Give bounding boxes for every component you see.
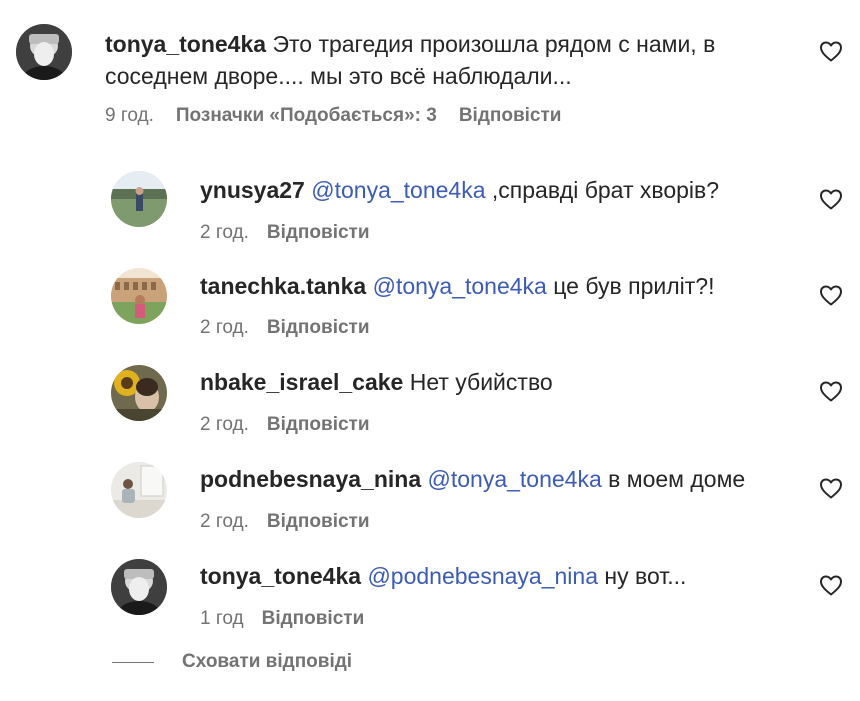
- avatar[interactable]: [111, 462, 167, 518]
- heart-icon[interactable]: [819, 477, 843, 499]
- reply-button[interactable]: Відповісти: [267, 413, 370, 437]
- reply-time[interactable]: 2 год.: [200, 413, 249, 437]
- reply-username[interactable]: podnebesnaya_nina: [200, 466, 421, 492]
- reply-username[interactable]: nbake_israel_cake: [200, 369, 403, 395]
- reply-time[interactable]: 1 год: [200, 607, 244, 631]
- reply-text: nbake_israel_cake Нет убийство: [200, 366, 790, 398]
- heart-icon[interactable]: [819, 188, 843, 210]
- reply-text: tonya_tone4ka @podnebesnaya_nina ну вот.…: [200, 560, 790, 592]
- reply-body: це був приліт?!: [546, 273, 715, 299]
- reply-meta: 2 год. Відповісти: [200, 316, 370, 340]
- avatar-photo-room-icon: [111, 462, 167, 518]
- divider-line: [112, 661, 154, 663]
- reply-meta: 2 год. Відповісти: [200, 510, 370, 534]
- reply-button[interactable]: Відповісти: [267, 510, 370, 534]
- avatar-photo-outdoor-icon: [111, 171, 167, 227]
- reply-button[interactable]: Відповісти: [459, 104, 562, 128]
- reply-mention[interactable]: @tonya_tone4ka: [311, 177, 485, 203]
- avatar[interactable]: [111, 171, 167, 227]
- comment-username[interactable]: tonya_tone4ka: [105, 31, 266, 57]
- reply-text: tanechka.tanka @tonya_tone4ka це був при…: [200, 270, 790, 302]
- reply-mention[interactable]: @tonya_tone4ka: [428, 466, 602, 492]
- comment-meta: 9 год. Позначки «Подобається»: 3 Відпові…: [105, 104, 561, 128]
- avatar-photo-bw-icon: [16, 24, 72, 80]
- reply-body: ,справді брат хворів?: [485, 177, 720, 203]
- reply-username[interactable]: tonya_tone4ka: [200, 563, 361, 589]
- reply-body: ну вот...: [598, 563, 687, 589]
- heart-icon[interactable]: [819, 40, 843, 62]
- reply-body: в моем доме: [601, 466, 746, 492]
- comment-item: tonya_tone4ka Это трагедия произошла ряд…: [0, 0, 860, 140]
- reply-username[interactable]: tanechka.tanka: [200, 273, 366, 299]
- comment-text: tonya_tone4ka Это трагедия произошла ряд…: [105, 28, 785, 92]
- avatar[interactable]: [111, 365, 167, 421]
- reply-meta: 2 год. Відповісти: [200, 221, 370, 245]
- heart-icon[interactable]: [819, 380, 843, 402]
- reply-text: ynusya27 @tonya_tone4ka ,справді брат хв…: [200, 174, 790, 206]
- avatar[interactable]: [16, 24, 72, 80]
- reply-meta: 2 год. Відповісти: [200, 413, 370, 437]
- avatar-photo-colosseum-icon: [111, 268, 167, 324]
- comment-time[interactable]: 9 год.: [105, 104, 154, 128]
- avatar-photo-bw-icon: [111, 559, 167, 615]
- avatar-photo-sunflower-icon: [111, 365, 167, 421]
- reply-time[interactable]: 2 год.: [200, 316, 249, 340]
- likes-count-link[interactable]: Позначки «Подобається»: 3: [176, 104, 437, 128]
- hide-replies-button[interactable]: Сховати відповіді: [112, 650, 352, 674]
- reply-text: podnebesnaya_nina @tonya_tone4ka в моем …: [200, 463, 790, 495]
- reply-mention[interactable]: @tonya_tone4ka: [373, 273, 547, 299]
- reply-button[interactable]: Відповісти: [267, 316, 370, 340]
- heart-icon[interactable]: [819, 284, 843, 306]
- reply-time[interactable]: 2 год.: [200, 510, 249, 534]
- reply-button[interactable]: Відповісти: [267, 221, 370, 245]
- heart-icon[interactable]: [819, 574, 843, 596]
- reply-mention[interactable]: @podnebesnaya_nina: [367, 563, 598, 589]
- reply-meta: 1 год Відповісти: [200, 607, 364, 631]
- reply-body: Нет убийство: [403, 369, 553, 395]
- reply-button[interactable]: Відповісти: [262, 607, 365, 631]
- avatar[interactable]: [111, 268, 167, 324]
- hide-replies-label: Сховати відповіді: [182, 651, 353, 672]
- reply-time[interactable]: 2 год.: [200, 221, 249, 245]
- reply-username[interactable]: ynusya27: [200, 177, 305, 203]
- avatar[interactable]: [111, 559, 167, 615]
